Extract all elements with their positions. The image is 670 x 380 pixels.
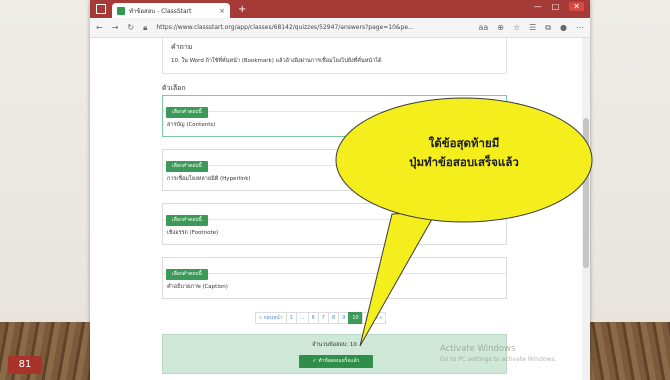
tab-close-icon[interactable]: ×	[219, 7, 225, 15]
favorite-icon[interactable]: ☆	[513, 23, 520, 32]
finish-quiz-button[interactable]: ✓ ทำข้อสอบเสร็จแล้ว	[299, 355, 373, 368]
choose-answer-button[interactable]: เลือกคำตอบนี้	[166, 161, 208, 172]
close-window-icon[interactable]: ✕	[569, 2, 584, 11]
callout-line-2: ปุ่มทำข้อสอบเสร็จแล้ว	[409, 155, 519, 169]
callout-text: ใต้ข้อสุดท้ายมี ปุ่มทำข้อสอบเสร็จแล้ว	[374, 134, 554, 172]
more-menu-icon[interactable]: ⋯	[576, 23, 584, 32]
choices-label: ตัวเลือก	[162, 84, 186, 92]
scrollbar-thumb[interactable]	[583, 118, 589, 268]
collections-icon[interactable]: ⧉	[545, 23, 551, 33]
choice-text: คำอธิบายภาพ (Caption)	[167, 284, 228, 290]
browser-tab[interactable]: ทำข้อสอบ - ClassStart ×	[112, 3, 230, 18]
back-icon[interactable]: ←	[96, 23, 103, 32]
tab-title: ทำข้อสอบ - ClassStart	[129, 7, 192, 15]
scrollbar[interactable]	[582, 38, 590, 380]
tab-bar: ทำข้อสอบ - ClassStart × + — □ ✕	[90, 0, 590, 18]
window-controls: — □ ✕	[534, 2, 584, 11]
activate-windows-watermark: Activate Windows Go to PC settings to ac…	[440, 344, 557, 365]
watermark-subtitle: Go to PC settings to activate Windows.	[440, 356, 557, 363]
maximize-icon[interactable]: □	[552, 2, 560, 11]
choice-header: เลือกคำตอบนี้	[163, 204, 506, 226]
read-aloud-icon[interactable]: aa	[478, 23, 488, 32]
question-card: คำถาม 10. ใน Word ถ้าใช้ที่คั่นหน้า (Boo…	[162, 38, 507, 74]
choose-answer-button[interactable]: เลือกคำตอบนี้	[166, 107, 208, 118]
refresh-icon[interactable]: ↻	[127, 23, 134, 32]
browser-window: ทำข้อสอบ - ClassStart × + — □ ✕ ← → ↻ 🔒︎…	[90, 0, 590, 380]
zoom-icon[interactable]: ⊕	[497, 23, 504, 32]
new-tab-icon[interactable]: +	[238, 4, 246, 15]
profile-avatar[interactable]: ●	[560, 23, 567, 32]
page-prev-link[interactable]: « ก่อนหน้า	[255, 312, 287, 324]
choice-header: เลือกคำตอบนี้	[163, 258, 506, 280]
classstart-favicon-icon	[117, 6, 125, 15]
page-content: คำถาม 10. ใน Word ถ้าใช้ที่คั่นหน้า (Boo…	[90, 38, 582, 380]
window-menu-icon[interactable]	[96, 4, 106, 14]
url-field[interactable]: https://www.classstart.org/app/classes/6…	[156, 24, 469, 31]
page-next-link[interactable]: ถัดไป »	[361, 312, 387, 324]
watermark-title: Activate Windows	[440, 344, 516, 354]
favorites-list-icon[interactable]: ☰	[529, 23, 536, 32]
pagination: « ก่อนหน้า 1 ... 6 7 8 9 10 ถัดไป »	[255, 312, 387, 324]
choose-answer-button[interactable]: เลือกคำตอบนี้	[166, 269, 208, 280]
choice-item: เลือกคำตอบนี้ เชิงอรรถ (Footnote)	[162, 203, 507, 245]
page-link-active[interactable]: 10	[348, 312, 363, 324]
lock-icon: 🔒︎	[143, 22, 148, 32]
question-label: คำถาม	[171, 43, 193, 51]
question-text: 10. ใน Word ถ้าใช้ที่คั่นหน้า (Bookmark)…	[171, 58, 382, 64]
minimize-icon[interactable]: —	[534, 2, 542, 11]
finish-quiz-label: ทำข้อสอบเสร็จแล้ว	[318, 358, 360, 364]
choice-item: เลือกคำตอบนี้ สารบัญ (Contents)	[162, 95, 507, 137]
wood-floor-right	[580, 322, 670, 380]
choice-text: เชิงอรรถ (Footnote)	[167, 230, 219, 236]
callout-line-1: ใต้ข้อสุดท้ายมี	[428, 136, 500, 150]
choose-answer-button[interactable]: เลือกคำตอบนี้	[166, 215, 208, 226]
choice-header: เลือกคำตอบนี้	[163, 96, 506, 118]
forward-icon[interactable]: →	[112, 23, 119, 32]
slide-number: 81	[8, 356, 42, 374]
address-bar: ← → ↻ 🔒︎ https://www.classstart.org/app/…	[90, 18, 590, 38]
choice-item: เลือกคำตอบนี้ คำอธิบายภาพ (Caption)	[162, 257, 507, 299]
